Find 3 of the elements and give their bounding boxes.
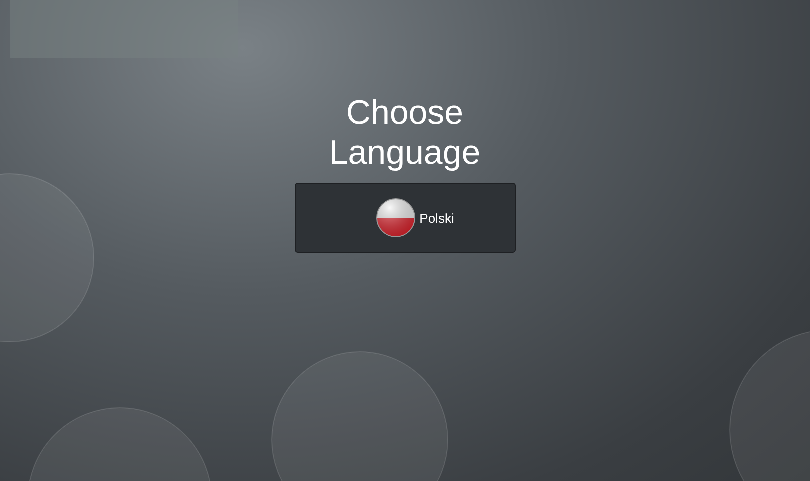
language-button[interactable]: Polski — [294, 183, 516, 253]
screen-title: Choose Language — [328, 93, 482, 173]
flag-icon — [376, 198, 416, 238]
